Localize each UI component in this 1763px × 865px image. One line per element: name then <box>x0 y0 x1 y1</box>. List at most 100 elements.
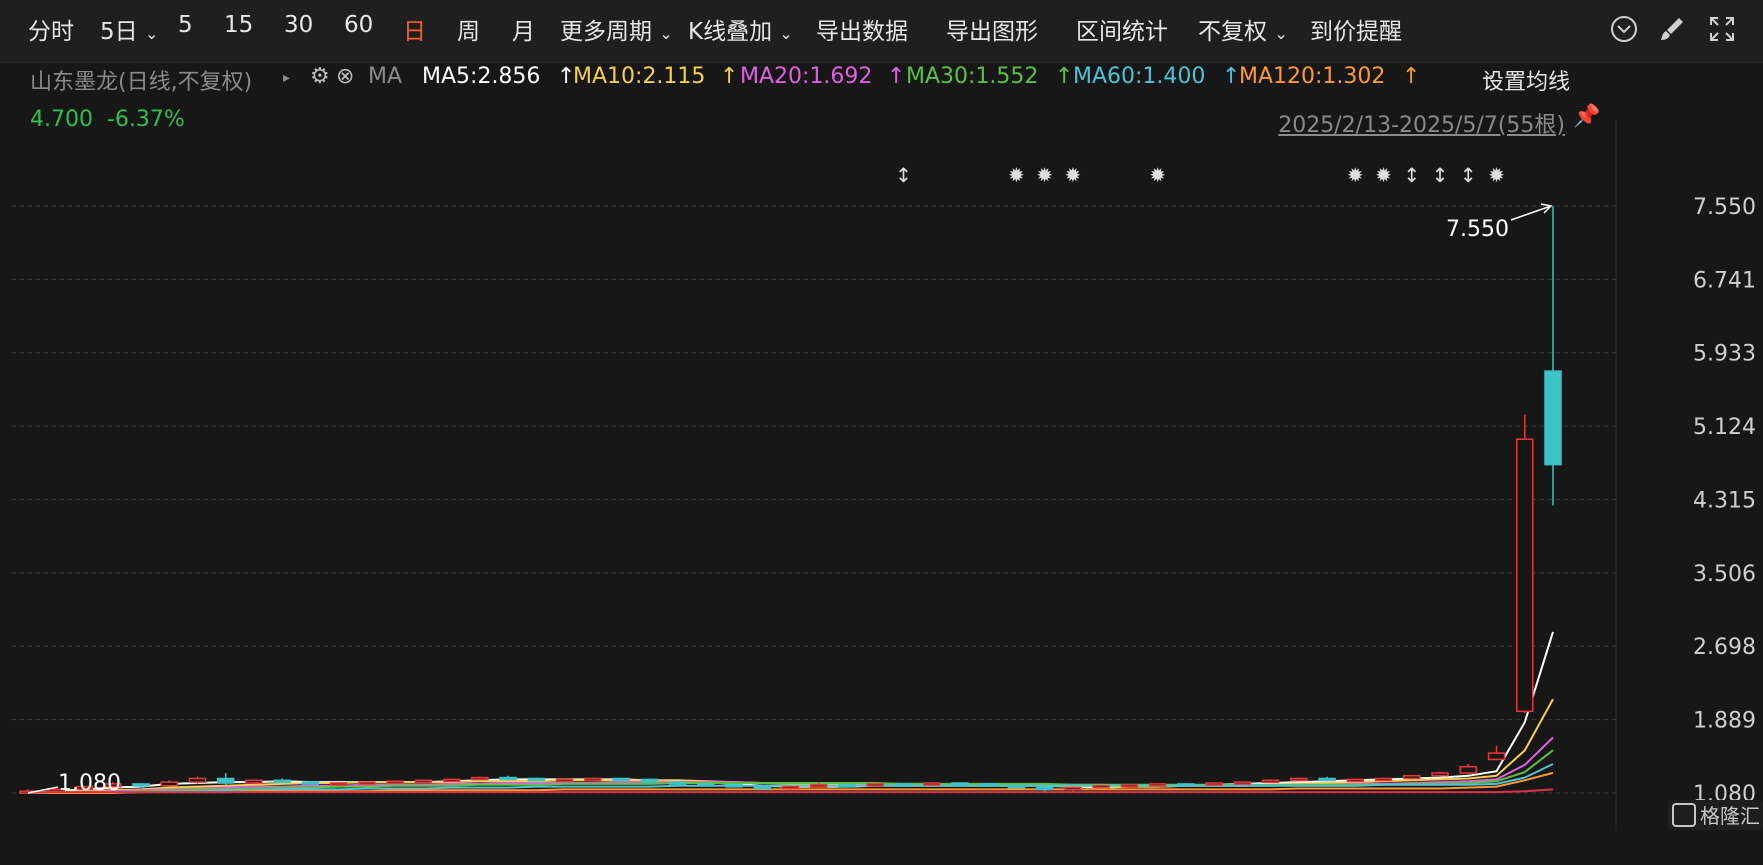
up-arrow-icon: ↑ <box>1402 64 1421 89</box>
y-tick-label: 5.933 <box>1693 342 1756 367</box>
up-arrow-icon: ↑ <box>1222 64 1241 89</box>
sun-marker-icon: ✹ <box>1036 163 1053 187</box>
chevron-down-icon: ⌄ <box>779 24 793 43</box>
ma-line-base <box>28 788 1554 794</box>
candle-body <box>216 777 235 784</box>
fullscreen-icon[interactable] <box>1707 14 1737 44</box>
pin-icon[interactable]: 📌 <box>1573 104 1600 129</box>
candle-body <box>753 785 772 790</box>
close-icon[interactable]: ⊗ <box>336 64 354 89</box>
tab-week[interactable]: 周 <box>457 12 480 46</box>
candle-body <box>75 785 94 791</box>
ma-line-ma5 <box>27 631 1554 794</box>
adjust-dropdown[interactable]: 不复权 ⌄ <box>1198 12 1288 46</box>
candle-body <box>1374 777 1393 782</box>
export-data-button[interactable]: 导出数据 <box>816 12 908 46</box>
candle-body <box>160 781 178 787</box>
candle-body <box>245 779 263 784</box>
candle-body <box>1346 778 1365 783</box>
candle-body <box>301 781 320 785</box>
candle-body <box>838 784 856 788</box>
candle-body <box>866 783 884 787</box>
tab-5min[interactable]: 5 <box>178 12 193 38</box>
sun-marker-icon: ✹ <box>1149 163 1166 187</box>
candle-body <box>612 777 630 782</box>
low-label: 1.080 <box>58 771 121 796</box>
candle-body <box>471 776 489 781</box>
ma5-value: MA5:2.856 <box>422 64 541 89</box>
ma120-value: MA120:1.302 <box>1239 64 1386 89</box>
candle-body <box>922 782 941 786</box>
y-tick-label: 3.506 <box>1693 562 1756 587</box>
candle-body <box>1290 777 1308 782</box>
more-periods-dropdown[interactable]: 更多周期 ⌄ <box>560 12 673 46</box>
candle-body <box>555 778 574 783</box>
candle-body <box>1092 784 1110 789</box>
ma30-value: MA30:1.552 <box>906 64 1039 89</box>
high-pointer-line <box>1510 205 1552 221</box>
candle-body <box>697 783 715 787</box>
up-arrow-icon: ↑ <box>720 64 739 89</box>
price-change: -6.37% <box>106 107 185 132</box>
date-range-link[interactable]: 2025/2/13-2025/5/7(55根) <box>1278 107 1565 139</box>
up-arrow-icon: ↑ <box>887 64 906 89</box>
export-chart-button[interactable]: 导出图形 <box>946 12 1038 46</box>
updown-marker-icon: ↕ <box>1460 163 1477 187</box>
candle-body <box>1205 782 1223 786</box>
grid-lines <box>12 205 1616 794</box>
candle-body <box>19 790 37 794</box>
tab-month[interactable]: 月 <box>512 12 535 46</box>
candle-body <box>781 785 800 790</box>
candle-body <box>809 784 828 788</box>
candle-body <box>386 780 404 784</box>
event-markers: ↕ ✹ ✹ ✹ ✹ ✹ ✹ ↕ ↕ ↕ ✹ <box>895 163 1505 187</box>
caret-right-icon[interactable]: ▸ <box>283 70 290 86</box>
candle-body <box>1120 784 1139 788</box>
updown-marker-icon: ↕ <box>1403 163 1420 187</box>
price-alert-button[interactable]: 到价提醒 <box>1310 12 1402 46</box>
candle-body <box>668 781 687 785</box>
ma-line-ma60 <box>28 763 1554 794</box>
candle-body <box>499 776 517 781</box>
y-tick-label: 1.889 <box>1693 709 1756 734</box>
candle-body <box>1318 777 1336 782</box>
price-info: 4.700 -6.37% <box>30 107 185 132</box>
brush-icon[interactable] <box>1657 14 1687 44</box>
candle-body <box>132 783 150 787</box>
tab-timeshare[interactable]: 分时 <box>28 12 74 46</box>
candle-body <box>1459 765 1478 774</box>
tab-30min[interactable]: 30 <box>284 12 313 38</box>
ma-line-ma120 <box>28 771 1554 794</box>
kline-overlay-dropdown[interactable]: K线叠加 ⌄ <box>688 12 793 46</box>
annotations: 7.550 1.080 <box>27 203 1553 796</box>
tab-5day[interactable]: 5日 ⌄ <box>100 12 158 46</box>
candle-body <box>1233 781 1252 785</box>
candle-body <box>442 778 461 783</box>
candle-body <box>1007 784 1026 789</box>
sun-marker-icon: ✹ <box>1065 163 1082 187</box>
sun-marker-icon: ✹ <box>1488 163 1505 187</box>
interval-stats-button[interactable]: 区间统计 <box>1076 12 1168 46</box>
candle-body <box>188 777 207 783</box>
candle-body <box>1148 783 1167 787</box>
candle-body <box>1403 775 1421 780</box>
candle-body <box>979 783 997 787</box>
candle-body <box>951 782 969 786</box>
candle-body <box>329 782 348 786</box>
logo-icon <box>1672 803 1696 827</box>
candle-body <box>1261 779 1280 784</box>
chevron-down-icon: ⌄ <box>659 24 673 43</box>
last-price: 4.700 <box>30 107 93 132</box>
y-tick-label: 4.315 <box>1693 489 1756 514</box>
ma-line-ma10 <box>27 698 1554 794</box>
gear-icon[interactable]: ⚙ <box>310 64 330 89</box>
sun-marker-icon: ✹ <box>1347 163 1364 187</box>
collapse-icon[interactable] <box>1609 14 1639 44</box>
candle-body <box>527 777 546 782</box>
ma-line-ma20 <box>28 736 1554 794</box>
tab-15min[interactable]: 15 <box>224 12 253 38</box>
chevron-down-icon: ⌄ <box>144 24 159 43</box>
tab-60min[interactable]: 60 <box>344 12 373 38</box>
y-axis-ticks: 7.550 6.741 5.933 5.124 4.315 3.506 2.698 1.889… <box>1693 195 1756 807</box>
tab-day[interactable]: 日 <box>403 12 426 46</box>
